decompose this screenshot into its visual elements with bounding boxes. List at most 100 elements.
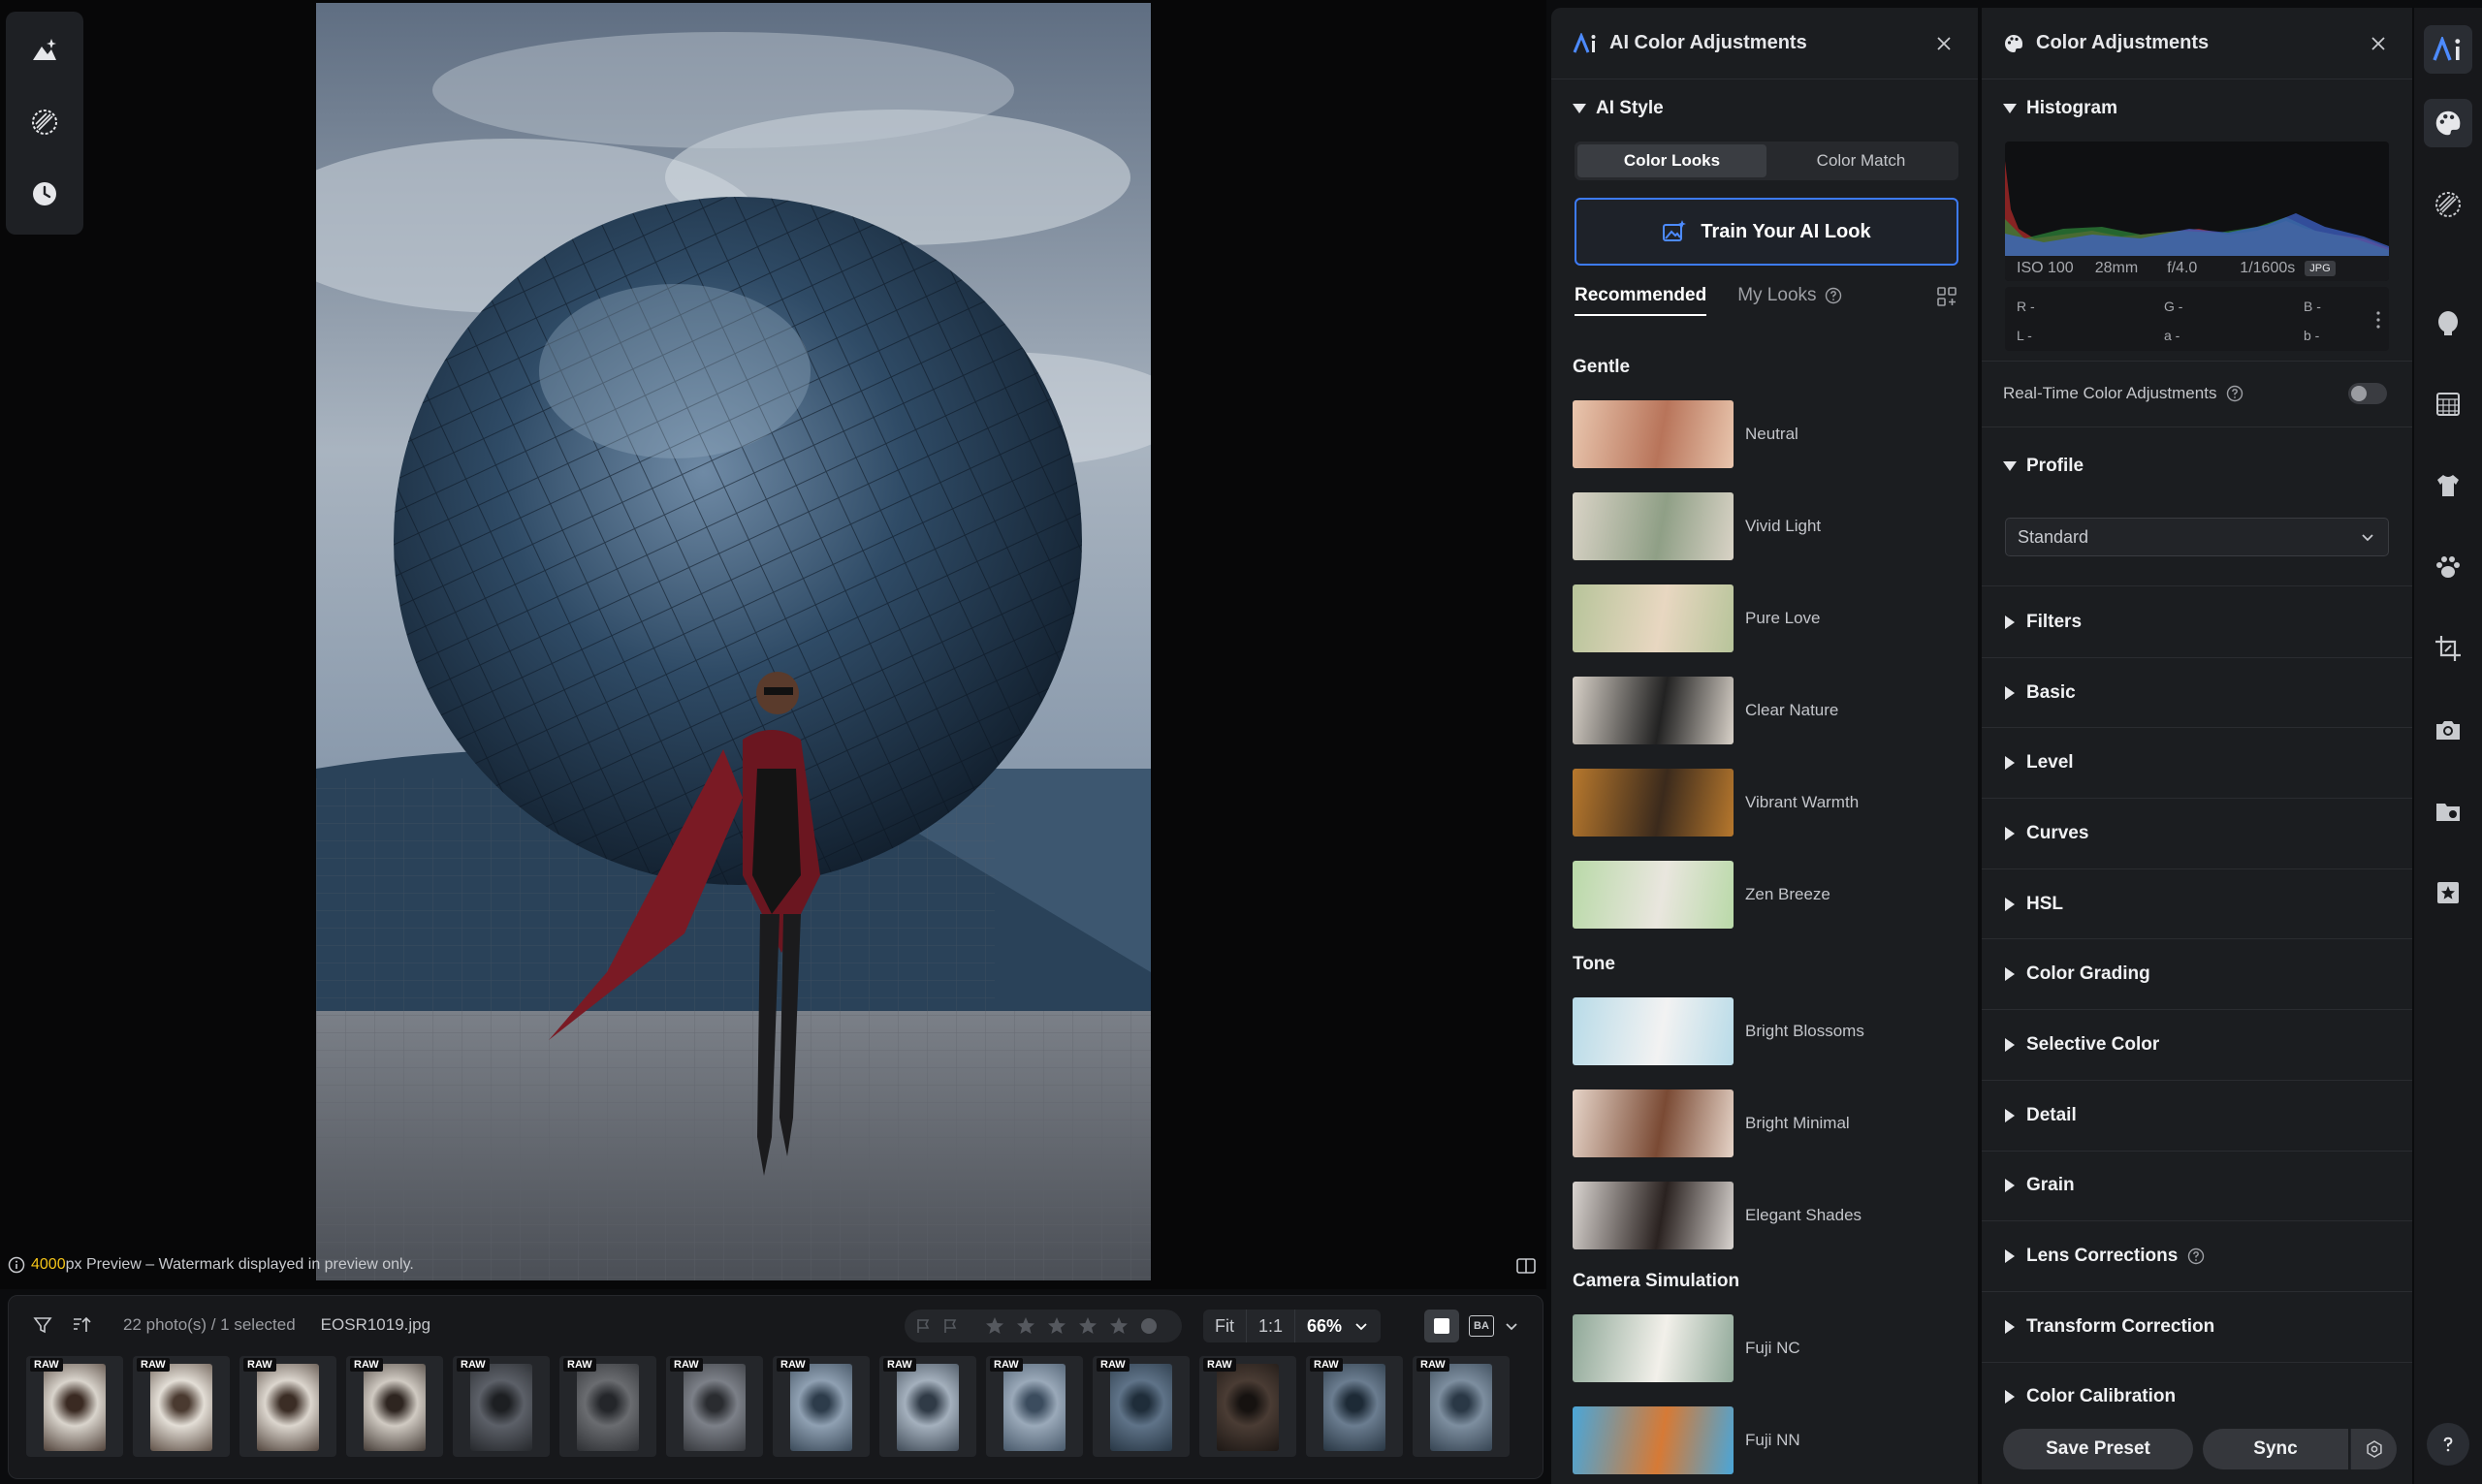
segment-color-looks[interactable]: Color Looks — [1577, 144, 1766, 177]
favorite-preset-icon[interactable] — [2424, 868, 2472, 917]
crop-icon[interactable] — [2424, 624, 2472, 673]
help-icon[interactable] — [1825, 287, 1842, 304]
selected-file-name: EOSR1019.jpg — [320, 1315, 431, 1334]
filmstrip-thumbnail[interactable]: RAW — [1199, 1356, 1296, 1457]
train-ai-look-button[interactable]: Train Your AI Look — [1575, 198, 1958, 266]
realtime-toggle[interactable] — [2348, 383, 2387, 404]
pixel-r: R - — [2017, 299, 2035, 314]
close-icon[interactable] — [2366, 31, 2391, 56]
filmstrip-thumbnail[interactable]: RAW — [1306, 1356, 1403, 1457]
sync-button[interactable]: Sync — [2203, 1428, 2348, 1469]
pixel-g: G - — [2164, 299, 2183, 314]
filmstrip-thumbnail[interactable]: RAW — [1093, 1356, 1190, 1457]
color-label-icon[interactable] — [1139, 1316, 1159, 1336]
ai-style-section-header[interactable]: AI Style — [1573, 98, 1664, 119]
more-options-icon[interactable] — [2375, 310, 2381, 330]
triangle-right-icon — [2005, 897, 2015, 911]
camera-icon[interactable] — [2424, 706, 2472, 754]
profile-section-header[interactable]: Profile — [2003, 456, 2084, 477]
texture-icon[interactable] — [2424, 180, 2472, 229]
sync-settings-icon[interactable] — [2350, 1428, 2397, 1469]
section-lens-corrections[interactable]: Lens Corrections — [1982, 1221, 2412, 1292]
filmstrip-thumbnail[interactable]: RAW — [239, 1356, 336, 1457]
profile-select[interactable]: Standard — [2005, 518, 2389, 556]
texture-tool-icon[interactable] — [23, 101, 66, 143]
look-name: Fuji NC — [1745, 1338, 1800, 1357]
zoom-percent-select[interactable]: 66% — [1295, 1310, 1381, 1342]
section-basic[interactable]: Basic — [1982, 658, 2412, 729]
flag-icon[interactable] — [914, 1317, 932, 1335]
profile-heading: Profile — [2026, 456, 2084, 476]
filmstrip-thumbnail[interactable]: RAW — [986, 1356, 1083, 1457]
star-icon-5[interactable] — [1108, 1315, 1130, 1337]
section-selective-color[interactable]: Selective Color — [1982, 1010, 2412, 1081]
filmstrip-thumbnail[interactable]: RAW — [346, 1356, 443, 1457]
section-level[interactable]: Level — [1982, 728, 2412, 800]
section-curves[interactable]: Curves — [1982, 799, 2412, 869]
look-item[interactable]: Zen Breeze — [1573, 848, 1960, 940]
split-view-icon[interactable] — [1514, 1254, 1538, 1278]
section-filters[interactable]: Filters — [1982, 587, 2412, 658]
look-item[interactable]: Neutral — [1573, 388, 1960, 480]
reject-flag-icon[interactable] — [941, 1317, 959, 1335]
look-item[interactable]: Vivid Light — [1573, 480, 1960, 572]
star-icon-3[interactable] — [1046, 1315, 1067, 1337]
filmstrip-thumbnail[interactable]: RAW — [26, 1356, 123, 1457]
section-transform-correction[interactable]: Transform Correction — [1982, 1292, 2412, 1363]
ai-color-icon[interactable] — [2424, 25, 2472, 74]
look-item[interactable]: Pure Love — [1573, 572, 1960, 664]
single-view-icon[interactable] — [1424, 1310, 1459, 1342]
help-icon[interactable] — [2226, 385, 2243, 402]
sort-icon[interactable] — [67, 1310, 96, 1340]
star-icon-1[interactable] — [984, 1315, 1005, 1337]
look-item[interactable]: Clear Nature — [1573, 664, 1960, 756]
histogram: ISO 100 28mm f/4.0 1/1600s JPG — [2005, 142, 2389, 281]
section-hsl[interactable]: HSL — [1982, 869, 2412, 940]
filmstrip-thumbnail[interactable]: RAW — [1413, 1356, 1510, 1457]
photo-canvas[interactable]: 4000px Preview – Watermark displayed in … — [0, 0, 1546, 1289]
filmstrip-thumbnail[interactable]: RAW — [453, 1356, 550, 1457]
filmstrip-thumbnail[interactable]: RAW — [133, 1356, 230, 1457]
look-item[interactable]: Elegant Shades — [1573, 1169, 1960, 1261]
tab-my-looks[interactable]: My Looks — [1737, 285, 1841, 314]
ai-panel-title: AI Color Adjustments — [1609, 32, 1807, 53]
filmstrip-thumbnail[interactable]: RAW — [559, 1356, 656, 1457]
look-item[interactable]: Fuji NC — [1573, 1302, 1960, 1394]
ai-portrait-tool[interactable] — [23, 29, 66, 72]
look-item[interactable]: Bright Blossoms — [1573, 985, 1960, 1077]
before-after-icon[interactable]: BA — [1469, 1315, 1494, 1337]
filmstrip-thumbnail[interactable]: RAW — [773, 1356, 870, 1457]
look-item[interactable]: Fuji NN — [1573, 1394, 1960, 1484]
help-icon[interactable] — [2187, 1247, 2205, 1265]
filmstrip-thumbnail[interactable]: RAW — [666, 1356, 763, 1457]
segment-color-match[interactable]: Color Match — [1766, 144, 1956, 177]
folder-preview-icon[interactable] — [2424, 787, 2472, 836]
close-icon[interactable] — [1931, 31, 1957, 56]
zoom-fit-button[interactable]: Fit — [1203, 1310, 1247, 1342]
section-detail[interactable]: Detail — [1982, 1081, 2412, 1152]
palette-icon[interactable] — [2424, 99, 2472, 147]
section-label: Color Grading — [2026, 963, 2150, 985]
section-color-grading[interactable]: Color Grading — [1982, 939, 2412, 1011]
star-icon-2[interactable] — [1015, 1315, 1036, 1337]
help-icon[interactable] — [2427, 1423, 2469, 1466]
zoom-1to1-button[interactable]: 1:1 — [1247, 1310, 1296, 1342]
histogram-section-header[interactable]: Histogram — [2003, 98, 2117, 119]
face-retouch-icon[interactable] — [2424, 299, 2472, 347]
save-preset-button[interactable]: Save Preset — [2003, 1428, 2193, 1469]
section-label: Color Calibration — [2026, 1386, 2177, 1407]
pet-paw-icon[interactable] — [2424, 543, 2472, 591]
pattern-icon[interactable] — [2424, 380, 2472, 428]
look-item[interactable]: Vibrant Warmth — [1573, 756, 1960, 848]
look-item[interactable]: Bright Minimal — [1573, 1077, 1960, 1169]
chevron-down-icon[interactable] — [1504, 1318, 1519, 1334]
star-icon-4[interactable] — [1077, 1315, 1098, 1337]
filmstrip-thumbnail[interactable]: RAW — [879, 1356, 976, 1457]
history-icon[interactable] — [23, 173, 66, 215]
section-grain[interactable]: Grain — [1982, 1152, 2412, 1222]
grid-add-icon[interactable] — [1935, 285, 1958, 308]
filter-icon[interactable] — [28, 1310, 57, 1340]
clothing-icon[interactable] — [2424, 461, 2472, 510]
tab-recommended[interactable]: Recommended — [1575, 285, 1707, 316]
raw-badge: RAW — [30, 1358, 63, 1372]
